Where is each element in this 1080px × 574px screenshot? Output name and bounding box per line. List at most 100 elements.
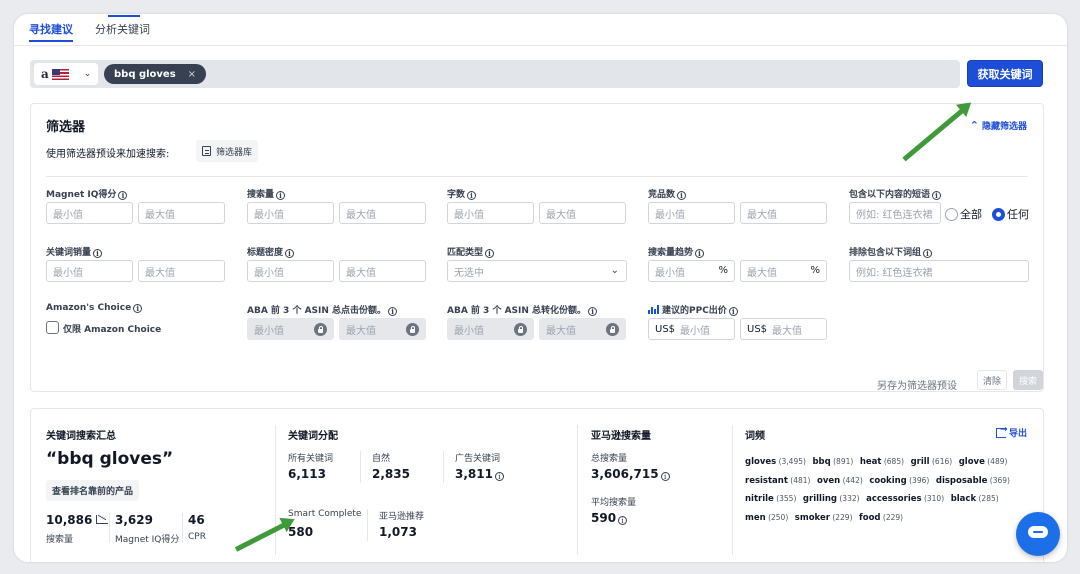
filters-panel: 筛选器 ⌃ 隐藏筛选器 使用筛选器预设来加速搜索: 筛选器库 Magnet IQ得… [30, 103, 1044, 392]
term-count: (355) [773, 494, 797, 503]
word-frequency-term: cooking (396) [869, 475, 930, 486]
info-icon[interactable]: i [923, 249, 933, 258]
tab-find-suggestions[interactable]: 寻找建议 [29, 20, 73, 46]
term-count: (3,495) [776, 457, 806, 466]
info-icon[interactable]: i [388, 307, 398, 316]
term-count: (396) [906, 475, 930, 485]
word-count-max-input[interactable]: 最大值 [539, 202, 626, 224]
marketplace-selector[interactable]: a ⌄ [34, 63, 98, 85]
term-count: (229) [880, 512, 904, 522]
radio-all[interactable]: 全部 [945, 206, 982, 222]
word-frequency-term: glove (489) [959, 457, 1008, 467]
term-count: (442) [840, 475, 863, 485]
keyword-sales-max-input[interactable]: 最大值 [138, 260, 225, 282]
include-phrases-input[interactable]: 例如: 红色连衣裙 [849, 202, 941, 224]
amazon-choice-checkbox[interactable] [46, 321, 59, 334]
radio-any[interactable]: 任何 [992, 206, 1029, 222]
word-frequency-term: gloves (3,495) [745, 457, 806, 467]
keyword-sales-min-input[interactable]: 最小值 [46, 260, 133, 282]
keyword-search-bar[interactable]: a ⌄ bbq gloves × [30, 60, 960, 88]
info-icon[interactable]: i [660, 472, 670, 481]
view-top-products-button[interactable]: 查看排名靠前的产品 [46, 480, 140, 501]
info-icon[interactable]: i [276, 191, 286, 200]
info-icon[interactable]: i [618, 516, 628, 525]
filter-library-button[interactable]: 筛选器库 [196, 140, 259, 162]
word-count-label: 字数 i [447, 187, 477, 200]
all-keywords-value: 6,113 [288, 467, 326, 481]
info-icon[interactable]: i [588, 307, 598, 316]
competing-products-min-input[interactable]: 最小值 [648, 202, 735, 224]
match-type-select[interactable]: 无选中 ⌄ [447, 260, 627, 282]
magnet-iq-min-input[interactable]: 最小值 [46, 202, 133, 224]
save-preset-link[interactable]: 另存为筛选器预设 [877, 377, 957, 392]
aba-click-share-min-input[interactable]: 最小值 [247, 318, 334, 340]
ppc-min-input[interactable]: US$ 最小值 [648, 318, 735, 340]
info-icon[interactable]: i [728, 307, 738, 316]
info-icon[interactable]: i [494, 472, 504, 481]
search-volume-min-input[interactable]: 最小值 [247, 202, 334, 224]
word-frequency-term: resistant (481) [745, 476, 810, 486]
search-button[interactable]: 搜索 [1013, 370, 1043, 390]
search-trend-max-input[interactable]: 最大值% [740, 260, 827, 282]
info-icon[interactable]: i [285, 249, 295, 258]
magnet-iq-max-input[interactable]: 最大值 [138, 202, 225, 224]
word-frequency-term: food (229) [859, 512, 904, 523]
term-word: oven [817, 475, 841, 486]
term-word: disposable [935, 475, 988, 486]
aba-conversion-share-max-input[interactable]: 最大值 [539, 318, 626, 340]
match-type-label: 匹配类型 i [447, 245, 495, 258]
title-density-min-input[interactable]: 最小值 [247, 260, 334, 282]
preset-prompt: 使用筛选器预设来加速搜索: [46, 149, 170, 160]
tab-analyze-keywords[interactable]: 分析关键词 [95, 20, 150, 46]
lock-icon [514, 323, 527, 336]
word-count-min-input[interactable]: 最小值 [447, 202, 534, 224]
trend-chart-icon[interactable] [96, 515, 109, 524]
info-icon[interactable]: i [118, 191, 128, 200]
aba-conversion-share-min-input[interactable]: 最小值 [447, 318, 534, 340]
competing-products-max-input[interactable]: 最大值 [740, 202, 827, 224]
hide-filters-link[interactable]: ⌃ 隐藏筛选器 [970, 119, 1027, 132]
radio-all-circle [945, 207, 958, 221]
word-frequency-term: bbq (891) [812, 457, 853, 467]
competing-products-label: 竞品数 i [648, 187, 687, 200]
info-icon[interactable]: i [677, 191, 687, 200]
info-icon[interactable]: i [932, 191, 942, 200]
info-icon[interactable]: i [695, 249, 705, 258]
cpr-caption: CPR [188, 532, 206, 542]
word-frequency-list: gloves (3,495) bbq (891) heat (685) gril… [745, 453, 1035, 527]
term-word: grilling [802, 494, 837, 504]
search-trend-min-input[interactable]: 最小值% [648, 260, 735, 282]
search-volume-value: 10,886 [46, 513, 109, 527]
close-icon[interactable]: × [188, 69, 196, 80]
term-word: bbq [812, 457, 831, 467]
keyword-summary-panel: 关键词搜索汇总 “bbq gloves” 查看排名靠前的产品 10,886 搜索… [30, 408, 1044, 562]
term-word: food [859, 512, 881, 523]
info-icon[interactable]: i [485, 249, 495, 258]
exclude-words-input[interactable]: 例如: 红色连衣裙 [849, 260, 1029, 282]
title-density-max-input[interactable]: 最大值 [339, 260, 426, 282]
info-icon[interactable]: i [93, 249, 103, 258]
info-icon[interactable]: i [467, 191, 477, 200]
summary-title: 关键词搜索汇总 [46, 431, 116, 442]
keyword-sales-label: 关键词销量 i [46, 245, 103, 258]
chat-icon[interactable] [1016, 512, 1060, 556]
word-frequency-term: grill (616) [911, 457, 953, 467]
export-button[interactable]: 导出 [995, 425, 1027, 439]
get-keywords-button[interactable]: 获取关键词 [967, 60, 1043, 87]
distribution-title: 关键词分配 [288, 431, 338, 442]
lock-icon [406, 323, 419, 336]
organic-value: 2,835 [372, 467, 410, 481]
info-icon[interactable]: i [133, 304, 143, 313]
aba-click-share-label: ABA 前 3 个 ASIN 总点击份额。 i [247, 303, 398, 316]
tab-bar: 寻找建议 分析关键词 [29, 20, 150, 46]
sponsored-value: 3,811 i [455, 467, 504, 481]
ppc-max-input[interactable]: US$ 最大值 [740, 318, 827, 340]
smart-complete-caption: Smart Complete [288, 509, 362, 519]
amazon-choice-checkbox-label: 仅限 Amazon Choice [63, 325, 162, 335]
clear-button[interactable]: 清除 [977, 370, 1007, 390]
aba-click-share-max-input[interactable]: 最大值 [339, 318, 426, 340]
summary-keyword: “bbq gloves” [46, 449, 174, 469]
term-word: cooking [869, 475, 907, 486]
search-volume-max-input[interactable]: 最大值 [339, 202, 426, 224]
word-frequency-term: grilling (332) [802, 494, 860, 504]
